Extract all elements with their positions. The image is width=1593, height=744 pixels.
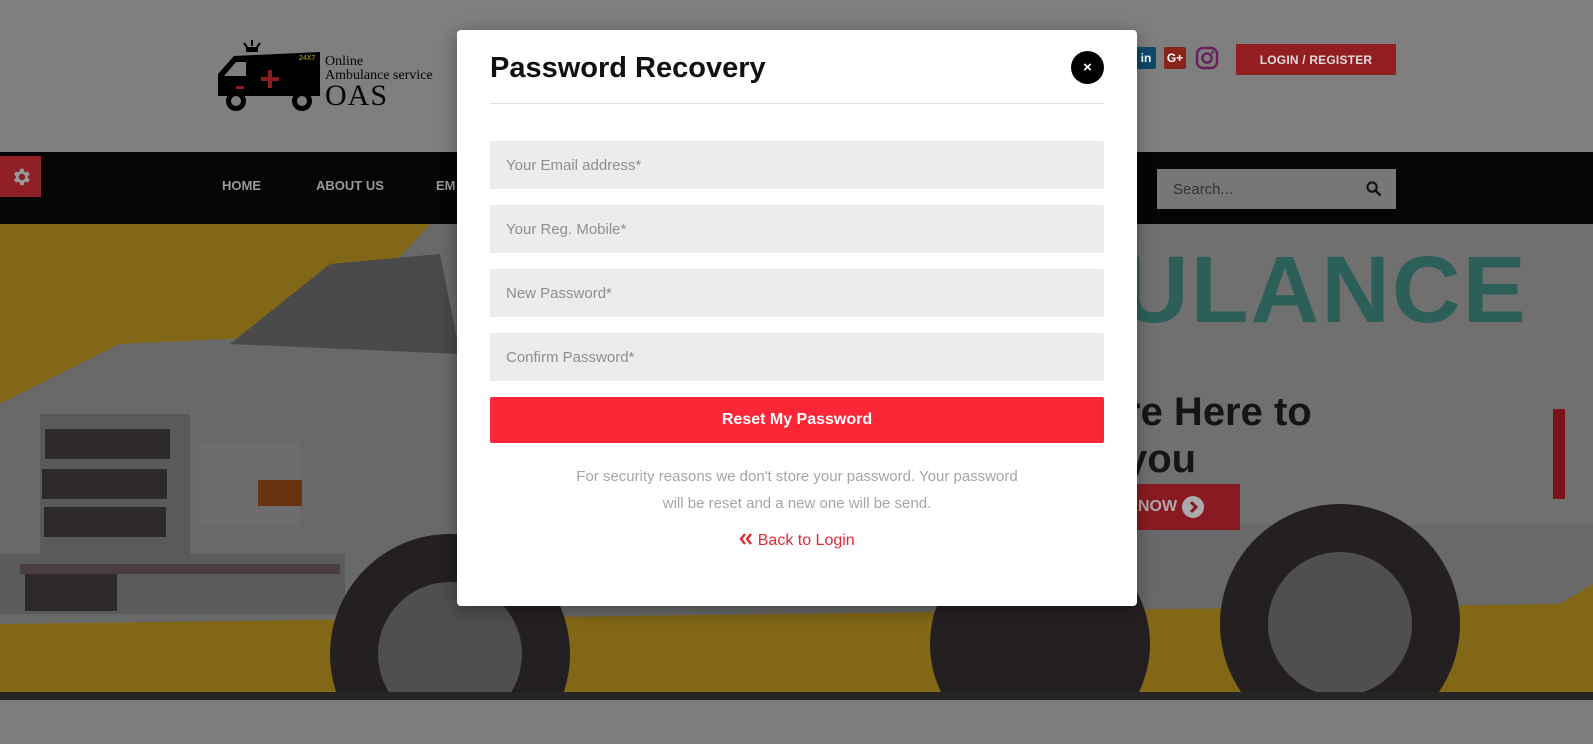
- settings-toggle[interactable]: [0, 156, 41, 197]
- logo-badge: 24X7: [299, 55, 316, 62]
- logo-text: Online Ambulance service OAS: [325, 55, 433, 111]
- back-to-login-link[interactable]: Back to Login: [457, 532, 1137, 550]
- nav-item-home[interactable]: HOME: [222, 178, 261, 193]
- back-to-login-label: Back to Login: [757, 532, 855, 549]
- search-icon[interactable]: [1365, 180, 1382, 197]
- hero-heading: ULANCE: [1120, 237, 1528, 343]
- hero-bottom-bar: [0, 692, 1593, 700]
- nav-item-about-us[interactable]: ABOUT US: [316, 178, 384, 193]
- close-button[interactable]: ×: [1071, 51, 1104, 84]
- google-plus-label: G+: [1166, 51, 1184, 65]
- instagram-icon[interactable]: [1195, 46, 1219, 70]
- password-recovery-modal: Password Recovery × Reset My Password Fo…: [457, 30, 1137, 606]
- chevron-right-circle-icon: [1182, 496, 1205, 518]
- hero-cta-button[interactable]: NOW: [1120, 484, 1240, 530]
- google-plus-icon[interactable]: G+: [1164, 47, 1186, 69]
- modal-divider: [490, 103, 1104, 104]
- linkedin-label: in: [1140, 51, 1152, 65]
- reset-password-button[interactable]: Reset My Password: [490, 397, 1104, 443]
- mobile-field[interactable]: [490, 205, 1104, 253]
- double-chevron-left-icon: [739, 533, 753, 545]
- modal-title: Password Recovery: [490, 52, 766, 84]
- confirm-password-field[interactable]: [490, 333, 1104, 381]
- page-bottom-strip: [0, 700, 1593, 744]
- hero-tagline-line-2: you: [1125, 437, 1197, 481]
- ambulance-logo-icon: [218, 40, 320, 111]
- logo-line-1: Online: [325, 54, 364, 69]
- nav-item-emergency[interactable]: EM: [436, 178, 456, 193]
- security-note: For security reasons we don't store your…: [537, 463, 1057, 517]
- gear-icon: [13, 168, 30, 185]
- logo-line-3: OAS: [325, 79, 389, 112]
- hero-cta-label: NOW: [1138, 498, 1178, 515]
- login-register-button[interactable]: LOGIN / REGISTER: [1236, 44, 1396, 75]
- email-field[interactable]: [490, 141, 1104, 189]
- hero-tagline: re Here to you: [1125, 389, 1312, 483]
- search-box: [1157, 169, 1396, 209]
- hero-tagline-line-1: re Here to: [1125, 390, 1312, 434]
- security-note-line-1: For security reasons we don't store your…: [576, 468, 1018, 485]
- close-icon: ×: [1083, 59, 1092, 76]
- security-note-line-2: will be reset and a new one will be send…: [662, 495, 932, 512]
- new-password-field[interactable]: [490, 269, 1104, 317]
- search-input[interactable]: [1157, 169, 1358, 209]
- linkedin-icon[interactable]: in: [1136, 47, 1156, 69]
- instagram-glyph-icon: [1195, 46, 1219, 70]
